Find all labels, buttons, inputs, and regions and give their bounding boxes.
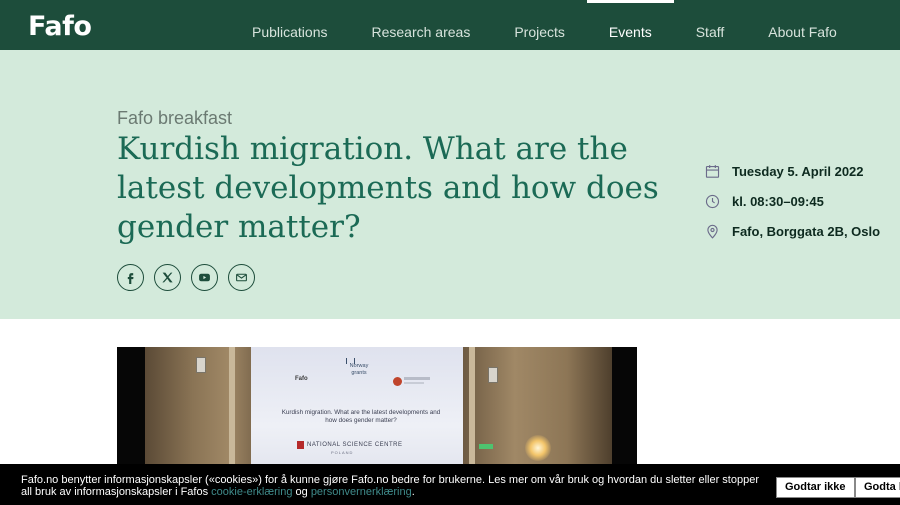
- facebook-icon: [127, 273, 134, 284]
- cookie-banner: Fafo.no benytter informasjonskapsler («c…: [0, 464, 900, 505]
- event-time-row: kl. 08:30–09:45: [704, 186, 880, 216]
- cookie-text-mid: og: [292, 486, 311, 498]
- cookie-decline-button[interactable]: Godtar ikke: [776, 477, 855, 498]
- partner-logo-text: [404, 382, 424, 384]
- lamp-glow: [525, 435, 551, 461]
- site-header: Fafo Publications Research areas Project…: [0, 0, 900, 50]
- event-title: Kurdish migration. What are the latest d…: [117, 131, 659, 245]
- event-location: Fafo, Borggata 2B, Oslo: [732, 223, 881, 239]
- wall-speaker: [488, 367, 498, 383]
- nav-about-fafo[interactable]: About Fafo: [746, 0, 859, 50]
- event-date-row: Tuesday 5. April 2022: [704, 156, 880, 186]
- wall-speaker: [196, 357, 206, 373]
- privacy-policy-link[interactable]: personvernerklæring: [311, 486, 412, 498]
- share-youtube-button[interactable]: [191, 264, 218, 291]
- nav-events[interactable]: Events: [586, 0, 674, 50]
- screen-norway-grants: Norway grants: [349, 363, 369, 376]
- nav-projects[interactable]: Projects: [492, 0, 587, 50]
- screen-ncn: NATIONAL SCIENCE CENTRE: [307, 442, 403, 448]
- event-date: Tuesday 5. April 2022: [732, 163, 864, 179]
- event-time: kl. 08:30–09:45: [732, 193, 824, 209]
- x-icon: [162, 272, 173, 283]
- nav-research-areas[interactable]: Research areas: [350, 0, 493, 50]
- share-email-button[interactable]: [228, 264, 255, 291]
- screen-ncn-sub: POLAND: [331, 450, 354, 455]
- calendar-icon: [705, 164, 720, 178]
- event-kicker: Fafo breakfast: [117, 108, 233, 128]
- nav-publications[interactable]: Publications: [230, 0, 350, 50]
- screen-title: Kurdish migration. What are the latest d…: [281, 409, 441, 424]
- cookie-accept-button[interactable]: Godta b: [855, 477, 900, 498]
- share-x-button[interactable]: [154, 264, 181, 291]
- location-pin-icon: [707, 224, 718, 239]
- screen-fafo-logo: Fafo: [295, 376, 308, 382]
- nav-staff[interactable]: Staff: [674, 0, 747, 50]
- share-facebook-button[interactable]: [117, 264, 144, 291]
- cookie-text-after: .: [411, 486, 415, 498]
- fafo-logo[interactable]: Fafo: [28, 11, 92, 42]
- event-hero: Fafo breakfast Kurdish migration. What a…: [0, 50, 900, 319]
- event-meta: Tuesday 5. April 2022 kl. 08:30–09:45 Fa…: [704, 156, 880, 246]
- cookie-text: Fafo.no benytter informasjonskapsler («c…: [21, 474, 771, 498]
- exit-sign: [479, 444, 493, 449]
- event-location-row: Fafo, Borggata 2B, Oslo: [704, 216, 880, 246]
- clock-icon: [705, 194, 720, 208]
- email-icon: [236, 273, 247, 282]
- main-nav: Publications Research areas Projects Eve…: [230, 0, 859, 50]
- share-buttons: [117, 264, 255, 291]
- cookie-declaration-link[interactable]: cookie-erklæring: [211, 486, 292, 498]
- partner-logo: [393, 377, 402, 386]
- youtube-icon: [199, 273, 210, 282]
- partner-logo-text: [404, 377, 430, 380]
- ncn-logo-mark: [297, 441, 304, 449]
